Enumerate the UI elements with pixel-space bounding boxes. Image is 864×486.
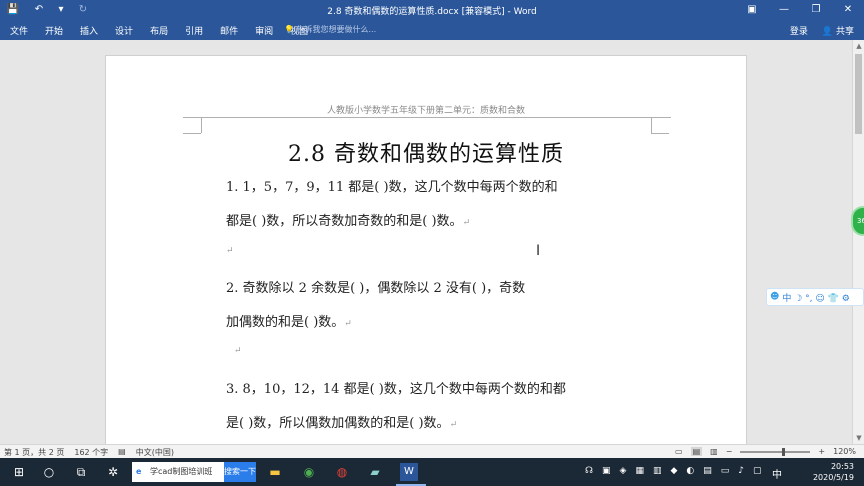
file-explorer-icon[interactable]: ▬ (266, 463, 284, 481)
network-icon[interactable]: ▭ (721, 466, 730, 476)
tray-icon-8[interactable]: ▢ (753, 466, 762, 476)
paragraph-mark: ↵ (449, 420, 458, 430)
page-header: 人教版小学数学五年级下册第二单元：质数和合数 (326, 106, 525, 116)
tray-icon-5[interactable]: ◆ (670, 466, 677, 476)
tray-icon-7[interactable]: ▤ (703, 466, 712, 476)
question-1-line-1: 1. 1，5，7，9，11 都是( )数，这几个数中每两个数的和 (226, 180, 558, 195)
clock-date: 2020/5/19 (812, 473, 854, 482)
paragraph-mark: ↵ (462, 218, 471, 228)
ie-icon: e (136, 467, 142, 476)
ibeam-cursor-icon: I (536, 243, 541, 259)
tab-insert[interactable]: 插入 (80, 24, 98, 37)
person-icon: 👤 (821, 27, 834, 37)
system-tray: ☊ ▣ ◈ ▦ ▥ ◆ ◐ ▤ ▭ ♪ ▢ (585, 466, 762, 476)
tab-home[interactable]: 开始 (45, 24, 63, 37)
close-button[interactable]: ✕ (832, 0, 864, 20)
zoom-slider-thumb[interactable] (782, 447, 786, 456)
search-input[interactable]: 学cad制图培训班 (150, 467, 212, 476)
window-title: 2.8 奇数和偶数的运算性质.docx [兼容模式] - Word (327, 7, 537, 17)
word-app-icon[interactable]: W (400, 463, 418, 481)
read-mode-icon[interactable]: ▭ (675, 447, 683, 456)
search-button[interactable]: 搜索一下 (224, 462, 256, 482)
zoom-level[interactable]: 120% (833, 447, 856, 456)
scroll-down-icon[interactable]: ▼ (853, 434, 864, 442)
chrome-icon[interactable]: ◍ (333, 463, 351, 481)
task-view-icon[interactable]: ⧉ (72, 463, 90, 481)
language-indicator[interactable]: 中文(中国) (136, 447, 174, 458)
tab-references[interactable]: 引用 (185, 24, 203, 37)
ribbon-tabs: 文件 开始 插入 设计 布局 引用 邮件 审阅 视图 💡 告诉我您想要做什么..… (0, 20, 864, 40)
question-2-line-1: 2. 奇数除以 2 余数是( )，偶数除以 2 没有( )，奇数 (226, 281, 526, 296)
question-1-line-2-text: 都是( )数，所以奇数加奇数的和是( )数。 (226, 214, 463, 229)
empty-paragraph-mark: ↵ (234, 346, 242, 356)
print-layout-icon[interactable]: ▤ (690, 447, 703, 456)
tab-mailings[interactable]: 邮件 (220, 24, 238, 37)
crop-mark-left (201, 117, 202, 133)
zoom-slider[interactable] (740, 447, 811, 456)
minimize-button[interactable]: — (768, 0, 800, 20)
tab-layout[interactable]: 布局 (150, 24, 168, 37)
share-label: 共享 (835, 27, 854, 37)
question-3-line-2-text: 是( )数，所以偶数加偶数的和是( )数。 (226, 416, 450, 431)
question-1-line-2: 都是( )数，所以奇数加奇数的和是( )数。↵ (226, 210, 470, 229)
floating-speed-ball[interactable]: 36 (851, 206, 864, 236)
vertical-scrollbar[interactable]: ▲ ▼ (852, 40, 864, 444)
tray-icon-6[interactable]: ◐ (686, 466, 694, 476)
clock-time: 20:53 (830, 462, 854, 471)
question-3-line-1: 3. 8，10，12，14 都是( )数，这几个数中每两个数的和都 (226, 382, 566, 397)
status-bar: 第 1 页，共 2 页 162 个字 ▤ 中文(中国) ▭ ▤ ▥ − + 12… (0, 444, 864, 458)
paragraph-mark: ↵ (344, 319, 352, 329)
ribbon-display-options-icon[interactable]: ▣ (736, 0, 768, 20)
tray-icon-3[interactable]: ▦ (635, 466, 644, 476)
crop-mark-left-bottom (183, 133, 201, 134)
empty-paragraph-mark: ↵ (226, 246, 234, 256)
ime-indicator[interactable]: 中 (772, 466, 782, 481)
tell-me-placeholder: 告诉我您想要做什么... (296, 25, 377, 34)
page-count[interactable]: 第 1 页，共 2 页 (4, 447, 64, 458)
tab-review[interactable]: 审阅 (255, 24, 273, 37)
document-title: 2.8 奇数和偶数的运算性质 (288, 142, 564, 167)
tab-design[interactable]: 设计 (115, 24, 133, 37)
clock[interactable]: 20:53 2020/5/19 (813, 461, 854, 483)
person-tray-icon[interactable]: ☊ (585, 466, 593, 476)
windows-taskbar: ⊞ ○ ⧉ ✲ e 学cad制图培训班 搜索一下 ▬ ◉ ◍ ▰ W ☊ ▣ ◈… (0, 458, 864, 486)
tray-icon-1[interactable]: ▣ (602, 466, 611, 476)
header-line (183, 117, 671, 118)
crop-mark-right-bottom (651, 133, 669, 134)
document-workspace[interactable]: 人教版小学数学五年级下册第二单元：质数和合数 2.8 奇数和偶数的运算性质 1.… (0, 40, 852, 444)
scroll-up-icon[interactable]: ▲ (853, 42, 864, 50)
volume-icon[interactable]: ♪ (738, 466, 744, 476)
tell-me-box[interactable]: 💡 告诉我您想要做什么... (284, 24, 376, 35)
web-layout-icon[interactable]: ▥ (710, 447, 718, 456)
crop-mark-right (651, 117, 652, 133)
scrollbar-thumb[interactable] (855, 54, 862, 134)
lightbulb-icon: 💡 (284, 25, 294, 34)
app-icon[interactable]: ▰ (366, 463, 384, 481)
title-bar: 💾 ↶ ▾ ↻ 2.8 奇数和偶数的运算性质.docx [兼容模式] - Wor… (0, 0, 864, 20)
question-3-line-2: 是( )数，所以偶数加偶数的和是( )数。↵ (226, 412, 457, 431)
pinwheel-app-icon[interactable]: ✲ (104, 463, 122, 481)
document-page[interactable]: 人教版小学数学五年级下册第二单元：质数和合数 2.8 奇数和偶数的运算性质 1.… (105, 55, 747, 444)
browser-green-icon[interactable]: ◉ (300, 463, 318, 481)
question-2-line-2-text: 加偶数的和是( )数。 (226, 315, 345, 330)
ime-mascot-icon: ☻ (770, 292, 780, 302)
window-controls: ▣ — ❐ ✕ (736, 0, 864, 20)
question-2-line-2: 加偶数的和是( )数。↵ (226, 311, 352, 330)
tray-icon-2[interactable]: ◈ (620, 466, 627, 476)
ime-toolbar[interactable]: ☻ 中 ☽ °, ☺ 👕 ⚙ (766, 288, 864, 306)
word-count[interactable]: 162 个字 (74, 447, 108, 458)
ime-toolbar-label: 中 ☽ °, ☺ 👕 ⚙ (782, 293, 850, 304)
tray-icon-4[interactable]: ▥ (653, 466, 662, 476)
tab-file[interactable]: 文件 (10, 24, 28, 37)
windows-start-icon[interactable]: ⊞ (10, 463, 28, 481)
restore-button[interactable]: ❐ (800, 0, 832, 20)
zoom-out-button[interactable]: − (726, 447, 733, 456)
taskbar-search-box[interactable]: e 学cad制图培训班 搜索一下 (132, 462, 256, 482)
zoom-in-button[interactable]: + (818, 447, 825, 456)
cortana-icon[interactable]: ○ (40, 463, 58, 481)
proofing-icon[interactable]: ▤ (118, 447, 126, 458)
share-button[interactable]: 👤 共享 (822, 24, 854, 37)
signin-link[interactable]: 登录 (790, 24, 808, 37)
